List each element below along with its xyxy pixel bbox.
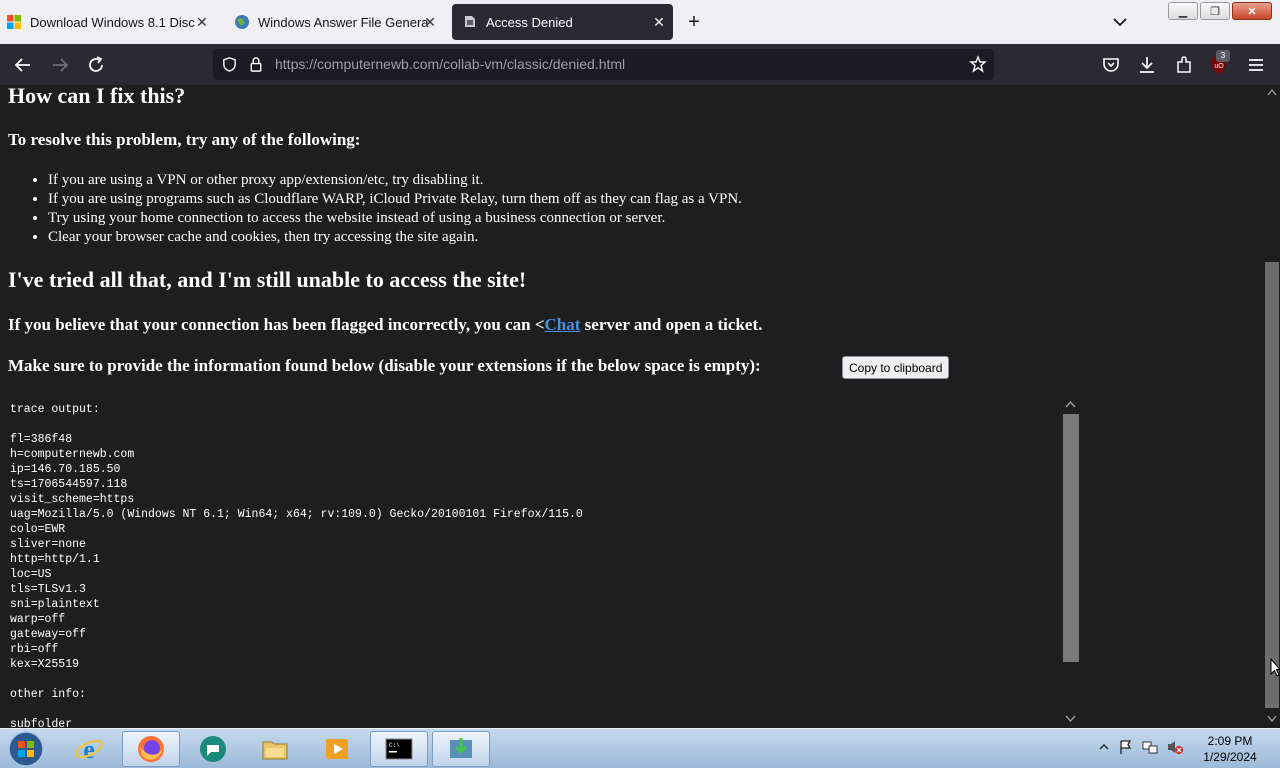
close-tab-icon[interactable]: ✕ [422, 14, 438, 30]
internet-explorer-icon: e [75, 735, 103, 764]
close-window-button[interactable]: ✕ [1232, 2, 1272, 20]
new-tab-button[interactable]: + [684, 12, 704, 32]
heading-resolve: To resolve this problem, try any of the … [8, 130, 361, 149]
menu-hamburger-icon[interactable] [1245, 54, 1267, 76]
heading-how-to-fix: How can I fix this? [8, 85, 186, 108]
windows-taskbar: e C:\ 2:09 PM 1/29/2024 [0, 728, 1280, 768]
network-icon[interactable] [1142, 739, 1158, 755]
clock-date: 1/29/2024 [1203, 750, 1257, 764]
list-item: Try using your home connection to access… [48, 209, 742, 228]
command-prompt-icon: C:\ [385, 738, 413, 760]
tab-access-denied[interactable]: Access Denied ✕ [452, 4, 673, 40]
page-content: How can I fix this? To resolve this prob… [0, 85, 1264, 728]
browser-tab-bar: Download Windows 8.1 Disc Im ✕ Windows A… [0, 0, 1280, 44]
svg-text:e: e [83, 735, 95, 764]
taskbar-download-app[interactable] [432, 731, 490, 767]
media-player-icon [326, 739, 348, 759]
show-hidden-icons-icon[interactable] [1098, 741, 1110, 753]
start-orb-icon[interactable] [6, 730, 46, 768]
taskbar-chat-app[interactable] [184, 731, 242, 767]
taskbar-firefox[interactable] [122, 731, 180, 767]
scroll-down-arrow-icon[interactable] [1065, 715, 1076, 723]
firefox-icon [138, 736, 164, 762]
tab-answer-file-generator[interactable]: Windows Answer File Generator ✕ [234, 4, 444, 40]
trace-scroll-thumb[interactable] [1063, 414, 1079, 662]
page-scroll-thumb[interactable] [1265, 262, 1279, 708]
tab-title: Windows Answer File Generator [258, 14, 428, 30]
shield-icon[interactable] [221, 56, 238, 73]
tips-list: If you are using a VPN or other proxy ap… [48, 171, 742, 247]
list-item: If you are using a VPN or other proxy ap… [48, 171, 742, 190]
copy-to-clipboard-button[interactable]: Copy to clipboard [842, 356, 950, 379]
clock-time: 2:09 PM [1207, 734, 1253, 748]
chat-app-icon [200, 736, 226, 762]
chevron-down-icon[interactable] [1110, 12, 1130, 32]
back-arrow-icon[interactable] [12, 54, 34, 76]
forward-arrow-icon[interactable] [49, 54, 71, 76]
ticket-suffix: server and open a ticket. [580, 315, 763, 334]
tab-title: Access Denied [486, 14, 573, 30]
tab-title: Download Windows 8.1 Disc Im [30, 14, 196, 30]
taskbar-command-prompt[interactable]: C:\ [370, 731, 428, 767]
pocket-icon[interactable] [1100, 54, 1122, 76]
download-icon[interactable] [1136, 54, 1158, 76]
extension-badge-count: 3 [1216, 50, 1230, 62]
restore-button[interactable]: ❐ [1200, 2, 1230, 20]
ticket-instructions: If you believe that your connection has … [8, 315, 762, 335]
scroll-up-arrow-icon[interactable] [1065, 400, 1076, 408]
action-center-flag-icon[interactable] [1118, 739, 1134, 755]
address-bar[interactable]: https://computernewb.com/collab-vm/class… [213, 49, 994, 80]
window-controls: ▁ ❐ ✕ [1168, 2, 1272, 20]
chat-link[interactable]: Chat [545, 315, 581, 334]
windows-logo-icon [7, 15, 21, 29]
taskbar-media-player[interactable] [308, 731, 366, 767]
globe-icon [235, 15, 249, 29]
extensions-icon[interactable] [1173, 54, 1195, 76]
url-domain: https://computernewb.com [275, 56, 440, 72]
tab-download-windows[interactable]: Download Windows 8.1 Disc Im ✕ [6, 4, 216, 40]
info-prompt: Make sure to provide the information fou… [8, 356, 761, 375]
list-item: If you are using programs such as Cloudf… [48, 190, 742, 209]
close-tab-icon[interactable]: ✕ [194, 14, 210, 30]
trace-output-box[interactable]: trace output: fl=386f48 h=computernewb.c… [0, 397, 1080, 727]
heading-still-unable: I've tried all that, and I'm still unabl… [8, 267, 527, 292]
taskbar-internet-explorer[interactable]: e [60, 731, 118, 767]
system-tray [1098, 739, 1184, 755]
list-item: Clear your browser cache and cookies, th… [48, 228, 742, 247]
taskbar-file-explorer[interactable] [246, 731, 304, 767]
scroll-down-arrow-icon[interactable] [1267, 715, 1277, 723]
url-text[interactable]: https://computernewb.com/collab-vm/class… [275, 56, 625, 72]
minimize-button[interactable]: ▁ [1168, 2, 1198, 20]
svg-text:uO: uO [1214, 63, 1224, 70]
volume-muted-icon[interactable] [1166, 739, 1184, 755]
lock-icon[interactable] [248, 56, 264, 73]
puzzle-shield-icon [465, 16, 475, 27]
reload-icon[interactable] [85, 54, 107, 76]
trace-output-text: trace output: fl=386f48 h=computernewb.c… [10, 403, 583, 727]
file-explorer-icon [262, 741, 288, 760]
mouse-cursor-icon [1270, 658, 1280, 677]
scroll-up-arrow-icon[interactable] [1267, 88, 1277, 96]
download-app-icon [450, 738, 472, 758]
navigation-toolbar: https://computernewb.com/collab-vm/class… [0, 44, 1280, 85]
page-scrollbar[interactable] [1264, 85, 1280, 728]
taskbar-clock[interactable]: 2:09 PM 1/29/2024 [1190, 733, 1270, 765]
svg-text:C:\: C:\ [389, 742, 400, 749]
trace-scrollbar[interactable] [1062, 397, 1079, 727]
url-path: /collab-vm/classic/denied.html [439, 56, 626, 72]
close-tab-icon[interactable]: ✕ [651, 14, 667, 30]
bookmark-star-icon[interactable] [969, 55, 987, 73]
ticket-prefix: If you believe that your connection has … [8, 315, 545, 334]
